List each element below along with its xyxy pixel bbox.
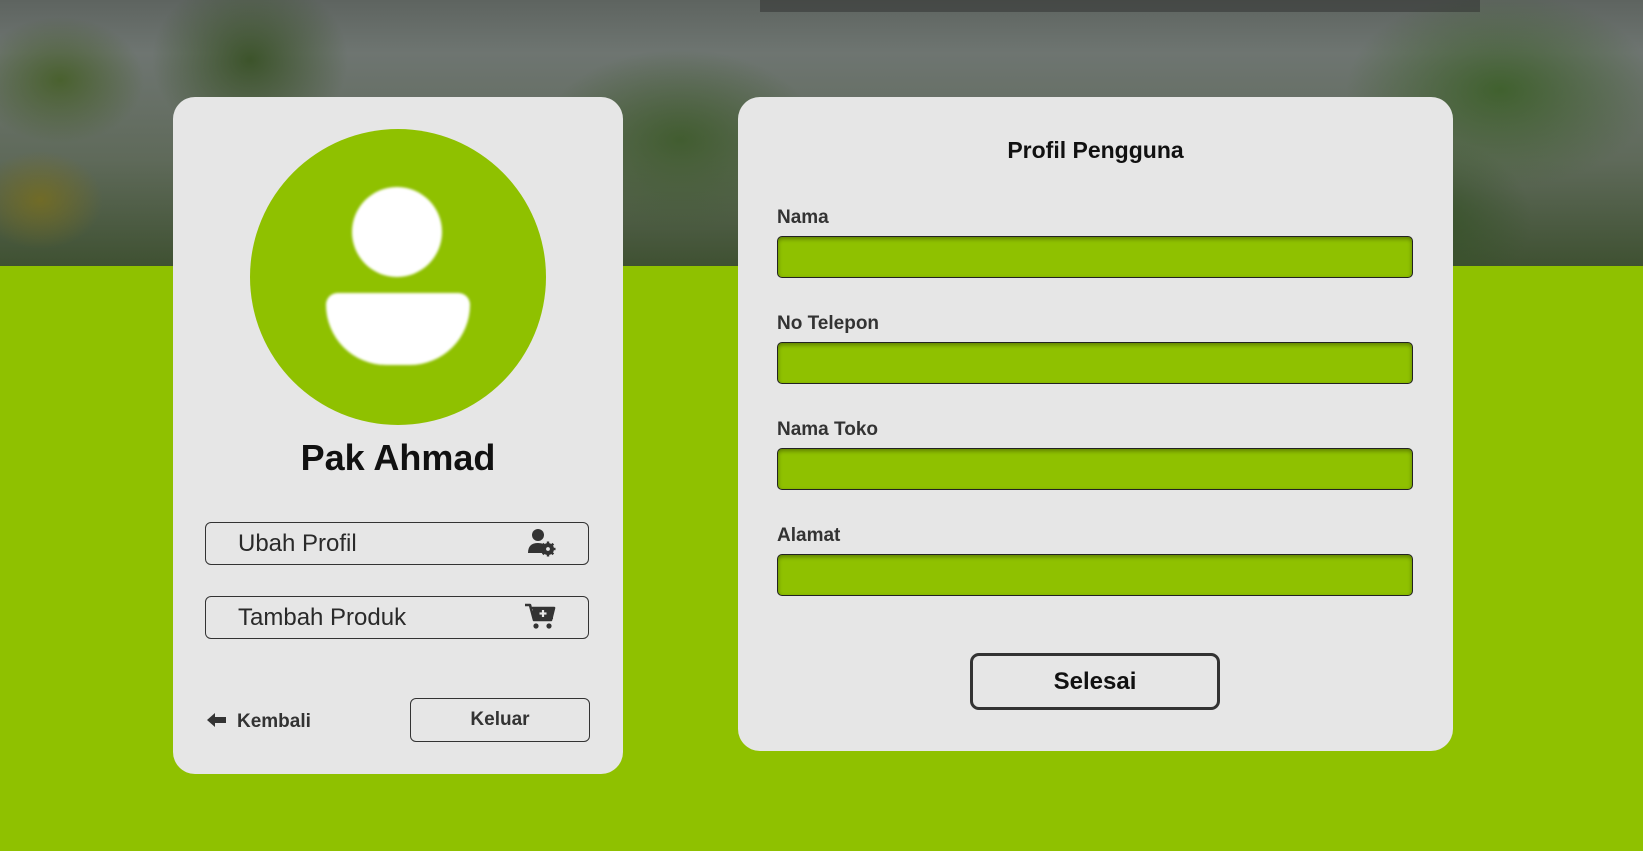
cart-plus-icon <box>524 602 556 634</box>
address-label: Alamat <box>777 525 841 546</box>
phone-label: No Telepon <box>777 313 880 334</box>
arrow-left-icon <box>207 712 227 732</box>
profile-card: Pak Ahmad Ubah Profil Tambah Produk Kemb… <box>173 97 623 774</box>
address-input[interactable] <box>777 554 1413 596</box>
add-product-button[interactable]: Tambah Produk <box>205 596 589 639</box>
name-label: Nama <box>777 207 829 228</box>
add-product-label: Tambah Produk <box>238 603 407 631</box>
avatar-body <box>326 293 470 365</box>
store-name-label: Nama Toko <box>777 419 879 440</box>
edit-profile-label: Ubah Profil <box>238 529 357 557</box>
back-link[interactable]: Kembali <box>207 707 311 737</box>
store-name-input[interactable] <box>777 448 1413 490</box>
user-avatar-icon <box>250 129 546 425</box>
phone-input[interactable] <box>777 342 1413 384</box>
user-gear-icon <box>526 527 556 561</box>
avatar-head <box>352 187 442 277</box>
edit-profile-button[interactable]: Ubah Profil <box>205 522 589 565</box>
form-title: Profil Pengguna <box>1007 137 1184 163</box>
back-label: Kembali <box>237 711 311 732</box>
profile-form-card: Profil Pengguna Nama No Telepon Nama Tok… <box>738 97 1453 751</box>
user-name: Pak Ahmad <box>300 437 496 478</box>
name-input[interactable] <box>777 236 1413 278</box>
submit-button[interactable]: Selesai <box>970 653 1220 710</box>
logout-button[interactable]: Keluar <box>410 698 590 742</box>
